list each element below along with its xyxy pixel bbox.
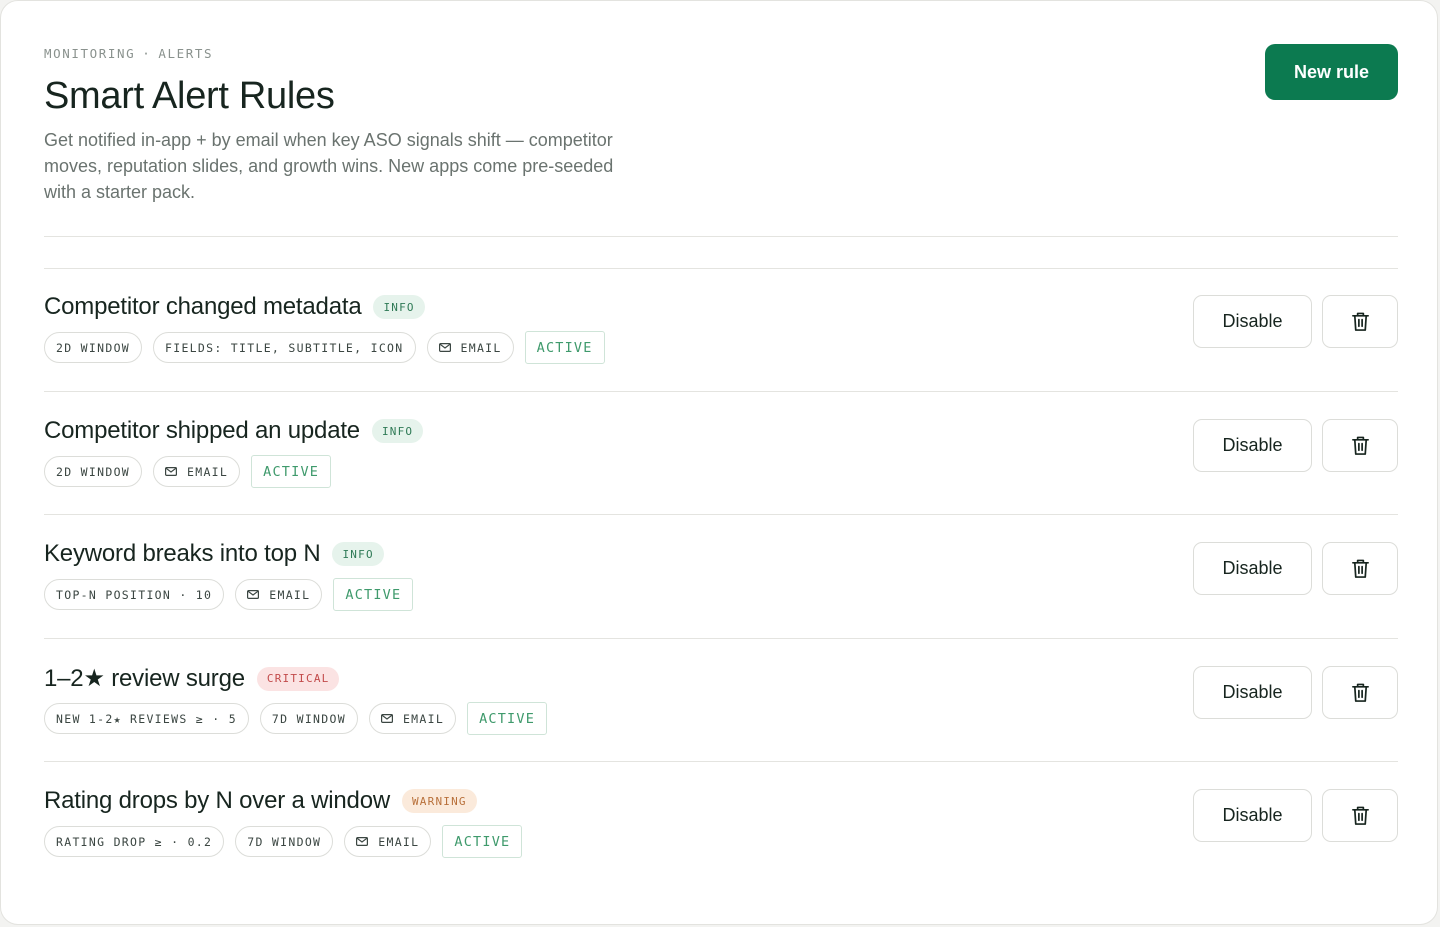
rule-divider [44,514,1398,515]
trash-icon [1351,435,1370,456]
rule-header: Competitor changed metadata INFO [44,293,425,321]
rule-condition-chip: RATING DROP ≥ · 0.2 [44,826,225,857]
status-badge: ACTIVE [333,578,414,611]
delete-rule-button[interactable] [1322,789,1398,842]
breadcrumb-item-alerts: ALERTS [158,46,214,61]
rule-channel-label: EMAIL [402,711,445,726]
rule-channel-label: EMAIL [460,340,502,355]
rule-condition-chip: TOP-N POSITION · 10 [44,579,225,610]
rule-channel-label: EMAIL [269,587,311,602]
mail-icon [165,467,187,476]
severity-badge: INFO [371,419,424,443]
rule-title: Keyword breaks into top N [44,540,321,567]
rule-row: Competitor changed metadata INFO 2D WIND… [44,269,1398,391]
delete-rule-button[interactable] [1322,295,1398,348]
alert-rules-card: MONITORING · ALERTS Smart Alert Rules Get … [0,0,1438,925]
rule-header: Keyword breaks into top N INFO [44,540,384,568]
rule-chips: RATING DROP ≥ · 0.2 7D WINDOW EMAIL ACTIVE [44,825,523,858]
severity-badge: INFO [373,295,425,319]
rule-row: 1–2★ review surge CRITICAL NEW 1-2★ REVI… [44,640,1398,762]
disable-button[interactable]: Disable [1193,789,1312,842]
rule-header: Competitor shipped an update INFO [44,417,424,445]
disable-button[interactable]: Disable [1193,295,1312,348]
rule-row: Rating drops by N over a window WARNING … [44,763,1398,885]
rule-row: Keyword breaks into top N INFO TOP-N POS… [44,516,1398,638]
mail-icon [438,343,461,352]
rule-divider [44,391,1398,392]
rule-title: 1–2★ review surge [44,665,245,692]
delete-rule-button[interactable] [1322,666,1398,719]
disable-button[interactable]: Disable [1193,542,1312,595]
page-title: Smart Alert Rules [44,75,335,117]
rule-condition-chip: 2D WINDOW [44,456,143,487]
status-badge: ACTIVE [442,825,523,858]
mail-icon [247,590,269,599]
rule-channel-chip: EMAIL [426,332,514,363]
header-divider [44,236,1398,237]
severity-badge: CRITICAL [256,666,340,691]
status-badge: ACTIVE [251,455,332,488]
rule-channel-chip: EMAIL [344,826,432,857]
status-badge: ACTIVE [524,331,605,364]
mail-icon [356,837,378,846]
rule-title: Rating drops by N over a window [44,787,390,814]
rule-condition-chip: 7D WINDOW [235,826,334,857]
trash-icon [1351,311,1370,332]
trash-icon [1351,558,1370,579]
trash-icon [1351,682,1370,703]
rule-chips: 2D WINDOW EMAIL ACTIVE [44,455,332,488]
rule-row: Competitor shipped an update INFO 2D WIN… [44,393,1398,515]
disable-button[interactable]: Disable [1193,666,1312,719]
rule-condition-chip: 2D WINDOW [44,332,143,363]
mail-icon [380,714,403,723]
severity-badge: WARNING [401,789,477,813]
severity-badge: INFO [332,542,384,566]
rule-header: Rating drops by N over a window WARNING [44,787,477,815]
breadcrumb-item-monitoring[interactable]: MONITORING [44,46,135,61]
rule-chips: TOP-N POSITION · 10 EMAIL ACTIVE [44,578,414,611]
rule-channel-chip: EMAIL [368,703,457,734]
status-badge: ACTIVE [467,702,548,735]
rule-channel-label: EMAIL [378,834,420,849]
rule-chips: 2D WINDOW FIELDS: TITLE, SUBTITLE, ICON EM… [44,331,605,364]
rule-condition-chip: NEW 1-2★ REVIEWS ≥ · 5 [44,703,249,734]
rule-channel-label: EMAIL [187,464,229,479]
rule-condition-chip: 7D WINDOW [259,703,358,734]
new-rule-button[interactable]: New rule [1265,44,1398,100]
rule-channel-chip: EMAIL [235,579,323,610]
rule-condition-chip: FIELDS: TITLE, SUBTITLE, ICON [153,332,416,363]
rule-channel-chip: EMAIL [153,456,241,487]
rule-title: Competitor shipped an update [44,417,360,444]
rule-title: Competitor changed metadata [44,293,362,320]
trash-icon [1351,805,1370,826]
breadcrumb: MONITORING · ALERTS [44,46,213,61]
delete-rule-button[interactable] [1322,542,1398,595]
page-description: Get notified in-app + by email when key … [44,130,614,202]
disable-button[interactable]: Disable [1193,419,1312,472]
rule-chips: NEW 1-2★ REVIEWS ≥ · 5 7D WINDOW EMAIL ACTI… [44,702,548,735]
rule-divider [44,761,1398,762]
breadcrumb-separator: · [142,46,152,61]
rule-header: 1–2★ review surge CRITICAL [44,664,340,693]
delete-rule-button[interactable] [1322,419,1398,472]
rule-divider [44,638,1398,639]
